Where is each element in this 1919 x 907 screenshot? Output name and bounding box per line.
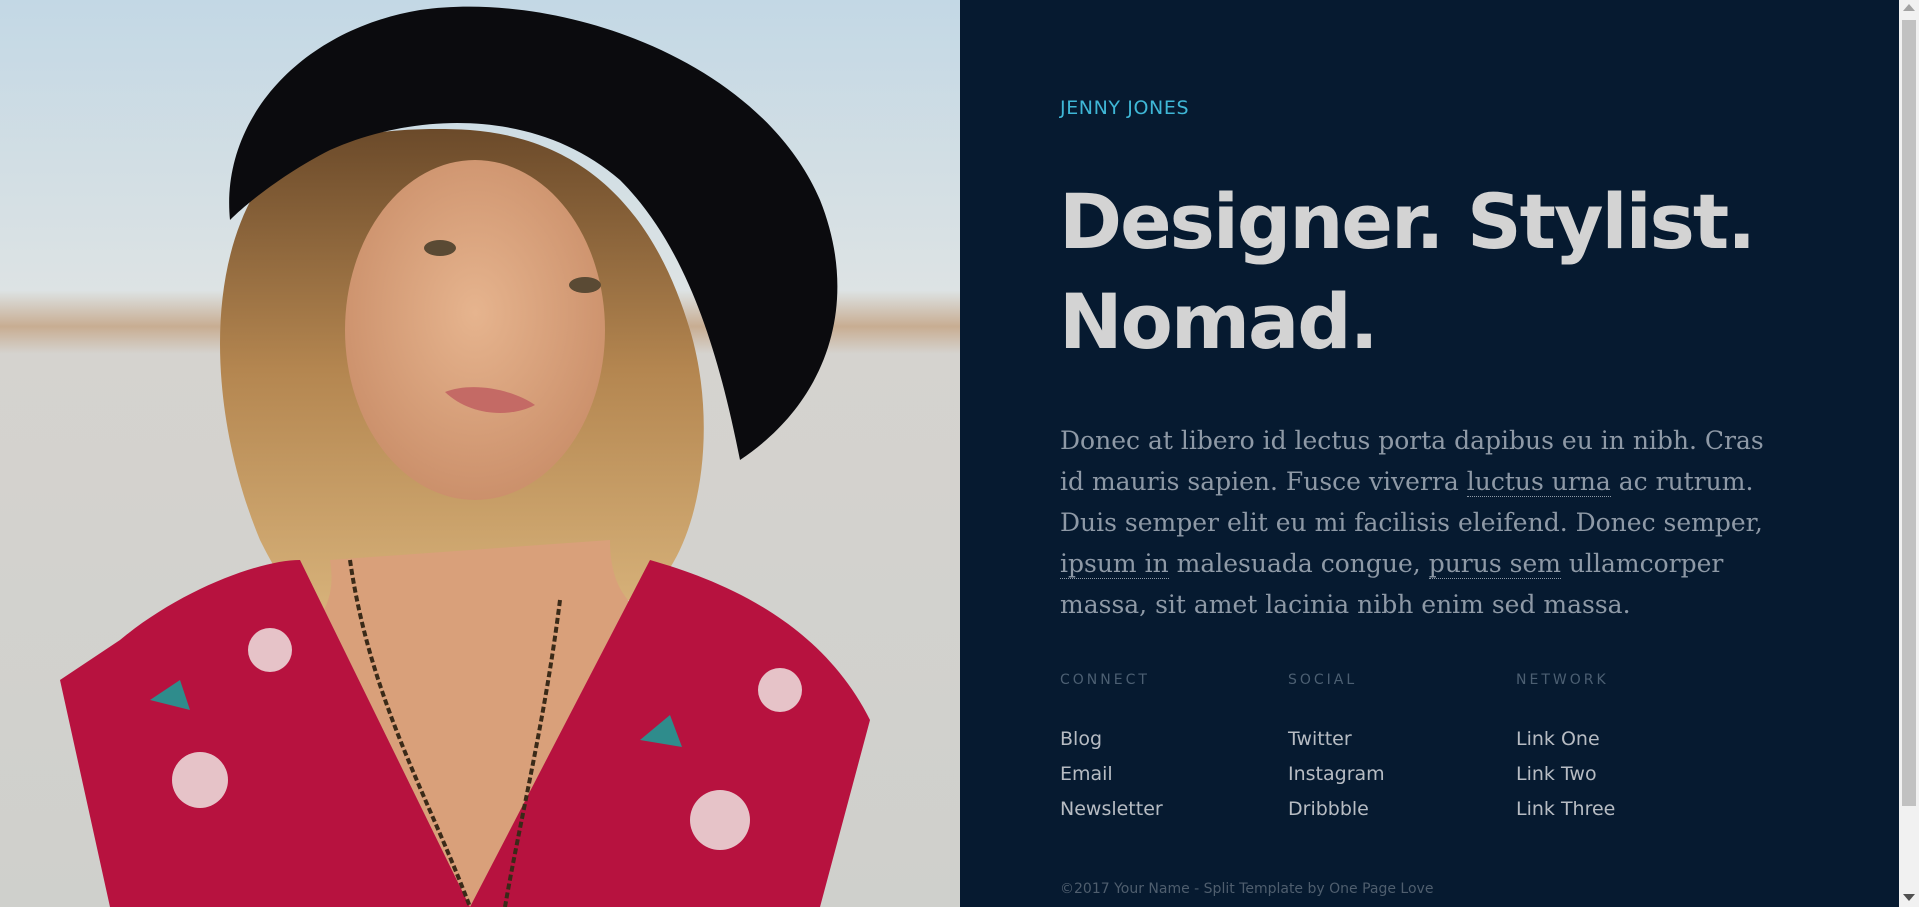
portrait-illustration xyxy=(0,0,960,907)
intro-paragraph: Donec at libero id lectus porta dapibus … xyxy=(1060,420,1780,625)
link-three[interactable]: Link Three xyxy=(1516,792,1736,827)
dribbble-link[interactable]: Dribbble xyxy=(1288,792,1508,827)
twitter-link[interactable]: Twitter xyxy=(1288,722,1508,757)
connect-heading: CONNECT xyxy=(1060,672,1150,688)
hero-line-1: Designer. Stylist. xyxy=(1059,177,1756,266)
scroll-down-arrow-icon[interactable] xyxy=(1903,894,1915,901)
face xyxy=(345,160,605,500)
left-eye xyxy=(424,240,456,256)
link-one[interactable]: Link One xyxy=(1516,722,1736,757)
social-heading: SOCIAL xyxy=(1288,672,1358,688)
right-eye xyxy=(569,277,601,293)
intro-link-purus-sem[interactable]: purus sem xyxy=(1428,549,1561,579)
intro-link-luctus-urna[interactable]: luctus urna xyxy=(1466,467,1611,497)
network-column: NETWORK Link One Link Two Link Three xyxy=(1516,672,1736,827)
instagram-link[interactable]: Instagram xyxy=(1288,757,1508,792)
email-link[interactable]: Email xyxy=(1060,757,1280,792)
flower-pattern xyxy=(690,790,750,850)
flower-pattern xyxy=(758,668,802,712)
flower-pattern xyxy=(248,628,292,672)
intro-text: malesuada congue, xyxy=(1168,549,1429,578)
link-two[interactable]: Link Two xyxy=(1516,757,1736,792)
flower-pattern xyxy=(172,752,228,808)
intro-link-ipsum-in[interactable]: ipsum in xyxy=(1060,549,1169,579)
brand-name-link[interactable]: JENNY JONES xyxy=(1060,97,1189,119)
hero-headline: Designer. Stylist. Nomad. xyxy=(1059,172,1819,372)
blog-link[interactable]: Blog xyxy=(1060,722,1280,757)
connect-column: CONNECT Blog Email Newsletter xyxy=(1060,672,1280,827)
portrait-photo xyxy=(0,0,960,907)
network-heading: NETWORK xyxy=(1516,672,1609,688)
social-column: SOCIAL Twitter Instagram Dribbble xyxy=(1288,672,1508,827)
newsletter-link[interactable]: Newsletter xyxy=(1060,792,1280,827)
footer-credit: ©2017 Your Name - Split Template by One … xyxy=(1060,881,1434,897)
hero-line-2: Nomad. xyxy=(1059,277,1379,366)
scroll-up-arrow-icon[interactable] xyxy=(1903,4,1915,11)
content-panel: JENNY JONES Designer. Stylist. Nomad. Do… xyxy=(960,0,1899,907)
scrollbar-thumb[interactable] xyxy=(1902,20,1916,806)
